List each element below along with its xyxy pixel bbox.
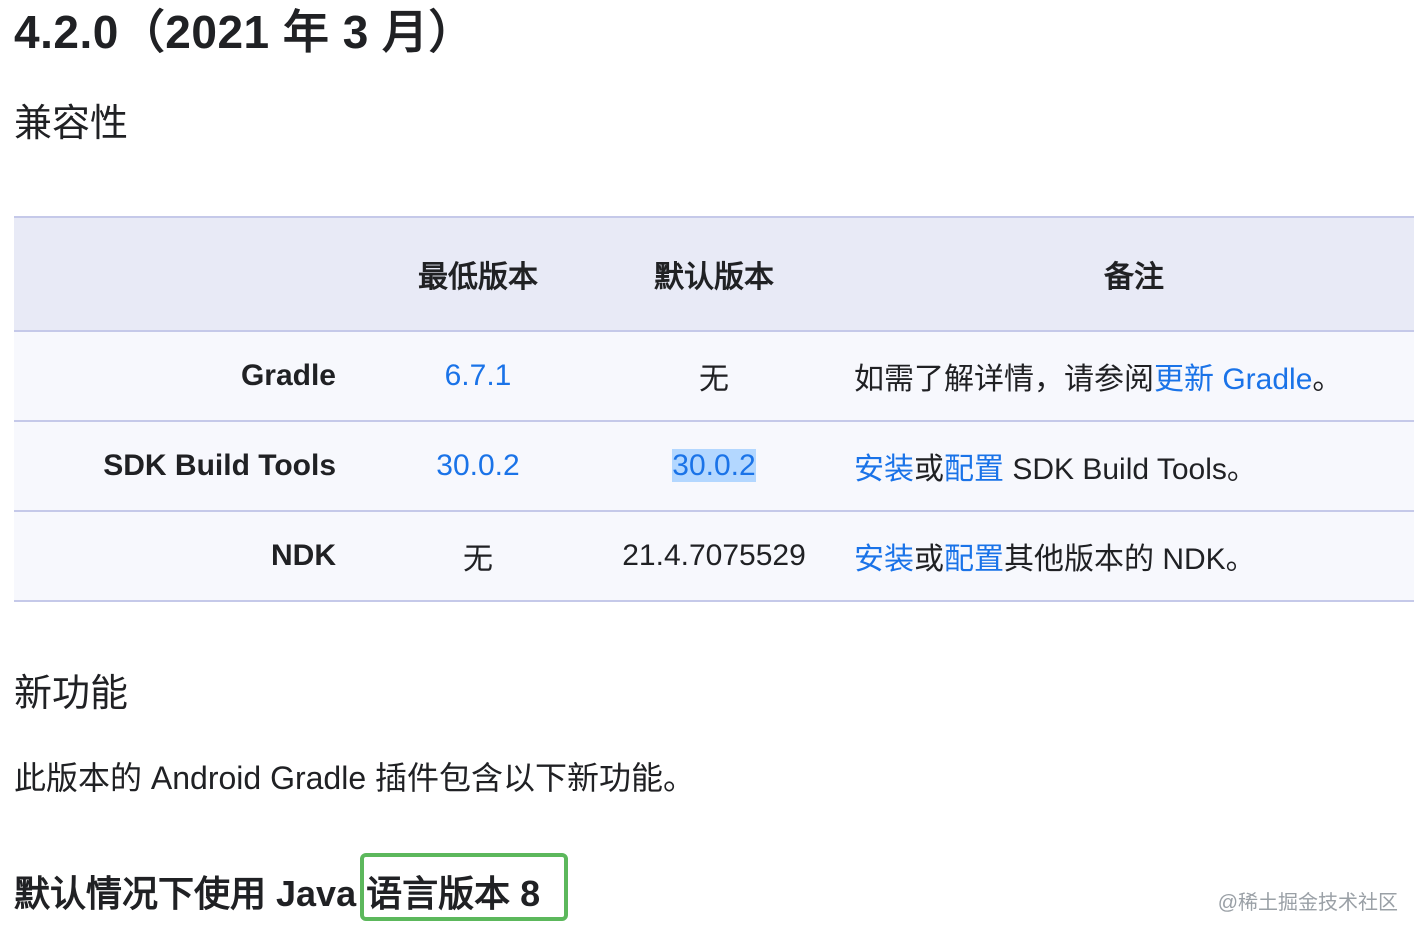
- sdk-default-version-link[interactable]: 30.0.2: [672, 449, 756, 482]
- cell-component: Gradle: [14, 331, 360, 422]
- notes-suffix: 其他版本的 NDK。: [1004, 543, 1256, 576]
- table-row-gradle: Gradle 6.7.1 无 如需了解详情，请参阅更新 Gradle。: [14, 331, 1414, 422]
- header-min-version: 最低版本: [360, 217, 596, 332]
- notes-or: 或: [914, 543, 944, 576]
- install-link[interactable]: 安装: [854, 543, 914, 576]
- features-intro-text: 此版本的 Android Gradle 插件包含以下新功能。: [14, 760, 696, 796]
- cell-default-version: 21.4.7075529: [596, 511, 832, 602]
- table-row-ndk: NDK 无 21.4.7075529 安装或配置其他版本的 NDK。: [14, 511, 1414, 602]
- gradle-min-version-link[interactable]: 6.7.1: [445, 359, 512, 392]
- header-component: [14, 217, 360, 332]
- update-gradle-link[interactable]: 更新 Gradle: [1154, 363, 1312, 396]
- watermark: @稀土掘金技术社区: [1217, 892, 1398, 914]
- table-row-sdk-build-tools: SDK Build Tools 30.0.2 30.0.2 安装或配置 SDK …: [14, 421, 1414, 512]
- compatibility-table: 最低版本 默认版本 备注 Gradle 6.7.1 无 如需了解详情，请参阅更新…: [14, 216, 1414, 602]
- cell-default-version: 30.0.2: [596, 421, 832, 512]
- compatibility-heading: 兼容性: [14, 103, 129, 145]
- cell-component: NDK: [14, 511, 360, 602]
- highlight-annotation-box: [360, 853, 568, 921]
- configure-link[interactable]: 配置: [944, 543, 1004, 576]
- configure-link[interactable]: 配置: [944, 453, 1004, 486]
- page-title: 4.2.0（2021 年 3 月）: [14, 6, 476, 58]
- cell-min-version: 30.0.2: [360, 421, 596, 512]
- notes-suffix: SDK Build Tools。: [1004, 453, 1257, 486]
- header-default-version: 默认版本: [596, 217, 832, 332]
- sdk-min-version-link[interactable]: 30.0.2: [436, 449, 519, 482]
- install-link[interactable]: 安装: [854, 453, 914, 486]
- cell-notes: 安装或配置 SDK Build Tools。: [832, 421, 1414, 512]
- table-header-row: 最低版本 默认版本 备注: [14, 217, 1414, 332]
- cell-component: SDK Build Tools: [14, 421, 360, 512]
- notes-text: 如需了解详情，请参阅: [854, 363, 1154, 396]
- cell-notes: 如需了解详情，请参阅更新 Gradle。: [832, 331, 1414, 422]
- cell-default-version: 无: [596, 331, 832, 422]
- notes-or: 或: [914, 453, 944, 486]
- cell-notes: 安装或配置其他版本的 NDK。: [832, 511, 1414, 602]
- header-notes: 备注: [832, 217, 1414, 332]
- cell-min-version: 6.7.1: [360, 331, 596, 422]
- notes-suffix: 。: [1312, 363, 1343, 396]
- cell-min-version: 无: [360, 511, 596, 602]
- features-heading: 新功能: [14, 673, 129, 715]
